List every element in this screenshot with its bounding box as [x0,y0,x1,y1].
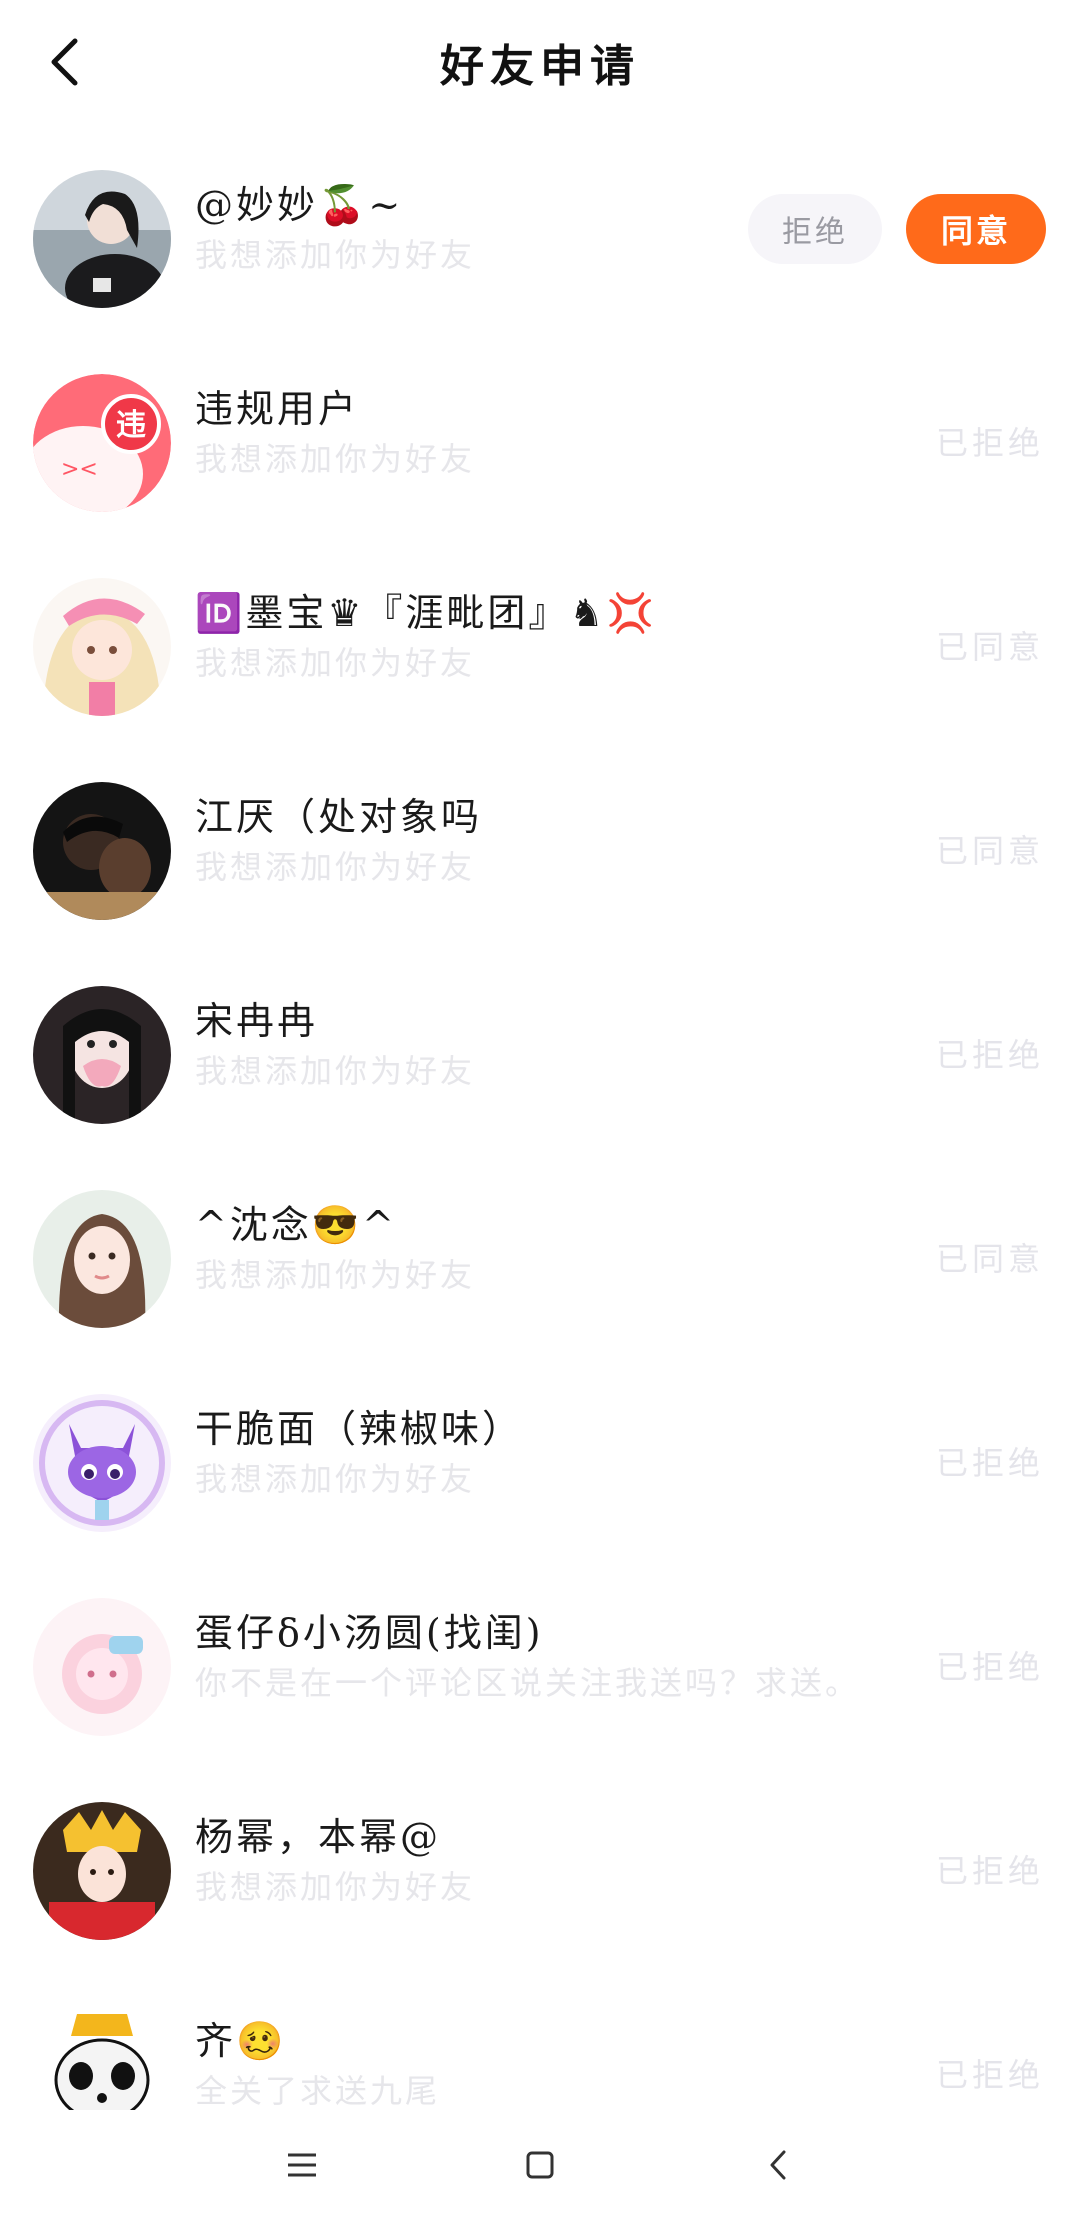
menu-icon [288,2153,316,2177]
page-title: 好友申请 [440,41,640,92]
request-message: 我想添加你为好友 [195,236,476,274]
avatar[interactable]: >< 违 [33,374,171,512]
request-status: 已拒绝 [935,424,1044,462]
request-row[interactable]: 🆔墨宝♛『涯毗团』♞💢 我想添加你为好友 已同意 [0,578,1080,782]
home-button[interactable] [500,2130,580,2200]
request-list: @妙妙🍒~ 我想添加你为好友 拒绝 同意 >< 违 违规用户 我想添加你为好友 … [0,170,1080,2210]
requester-name: @妙妙🍒~ [195,183,404,227]
request-row[interactable]: 江厌（处对象吗 我想添加你为好友 已同意 [0,782,1080,986]
request-status: 已同意 [935,628,1044,666]
request-row[interactable]: 杨幂，本幂@ 我想添加你为好友 已拒绝 [0,1802,1080,2006]
back-triangle-icon [770,2150,786,2180]
request-row[interactable]: 干脆面（辣椒味） 我想添加你为好友 已拒绝 [0,1394,1080,1598]
avatar[interactable] [33,986,171,1124]
requester-name: 宋冉冉 [195,999,319,1043]
avatar[interactable] [33,578,171,716]
home-square-icon [526,2151,554,2179]
avatar[interactable] [33,170,171,308]
request-message: 我想添加你为好友 [195,1256,476,1294]
header: 好友申请 [0,0,1080,130]
reject-button[interactable]: 拒绝 [748,194,882,264]
request-status: 已拒绝 [935,1648,1044,1686]
avatar[interactable] [33,782,171,920]
avatar[interactable] [33,1394,171,1532]
requester-name: 违规用户 [195,387,360,431]
requester-name: 杨幂，本幂@ [195,1815,442,1859]
avatar[interactable] [33,1598,171,1736]
request-row[interactable]: ^沈念😎^ 我想添加你为好友 已同意 [0,1190,1080,1394]
request-row[interactable]: 宋冉冉 我想添加你为好友 已拒绝 [0,986,1080,1190]
request-status: 已拒绝 [935,2056,1044,2094]
requester-name: 干脆面（辣椒味） [195,1407,524,1451]
menu-button[interactable] [262,2130,342,2200]
requester-name: 蛋仔δ小汤圆(找闺) [195,1611,544,1655]
request-message: 我想添加你为好友 [195,440,476,478]
request-row[interactable]: @妙妙🍒~ 我想添加你为好友 拒绝 同意 [0,170,1080,374]
svg-text:><: >< [61,457,98,482]
request-status: 已同意 [935,832,1044,870]
request-message: 你不是在一个评论区说关注我送吗？求送。 [195,1664,861,1702]
request-message: 我想添加你为好友 [195,1868,476,1906]
request-message: 我想添加你为好友 [195,644,476,682]
violation-badge-text: 违 [116,408,146,443]
system-back-button[interactable] [738,2130,818,2200]
accept-button[interactable]: 同意 [906,194,1046,264]
requester-name: 江厌（处对象吗 [195,795,483,839]
request-status: 已拒绝 [935,1036,1044,1074]
requester-name: ^沈念😎^ [195,1203,397,1247]
avatar[interactable] [33,1190,171,1328]
request-row[interactable]: >< 违 违规用户 我想添加你为好友 已拒绝 [0,374,1080,578]
avatar[interactable] [33,1802,171,1940]
request-message: 全关了求送九尾 [195,2072,441,2110]
request-status: 已拒绝 [935,1444,1044,1482]
friend-requests-page: 好友申请 @妙妙🍒~ 我想添加你为好友 拒绝 同意 >< 违 违规用户 我想添加… [0,0,1080,2237]
requester-name: 🆔墨宝♛『涯毗团』♞💢 [195,591,657,635]
request-status: 已拒绝 [935,1852,1044,1890]
request-message: 我想添加你为好友 [195,1460,476,1498]
system-navigation-bar [0,2110,1080,2237]
request-message: 我想添加你为好友 [195,848,476,886]
request-message: 我想添加你为好友 [195,1052,476,1090]
requester-name: 齐🥴 [195,2019,287,2063]
request-row[interactable]: 蛋仔δ小汤圆(找闺) 你不是在一个评论区说关注我送吗？求送。 已拒绝 [0,1598,1080,1802]
request-status: 已同意 [935,1240,1044,1278]
